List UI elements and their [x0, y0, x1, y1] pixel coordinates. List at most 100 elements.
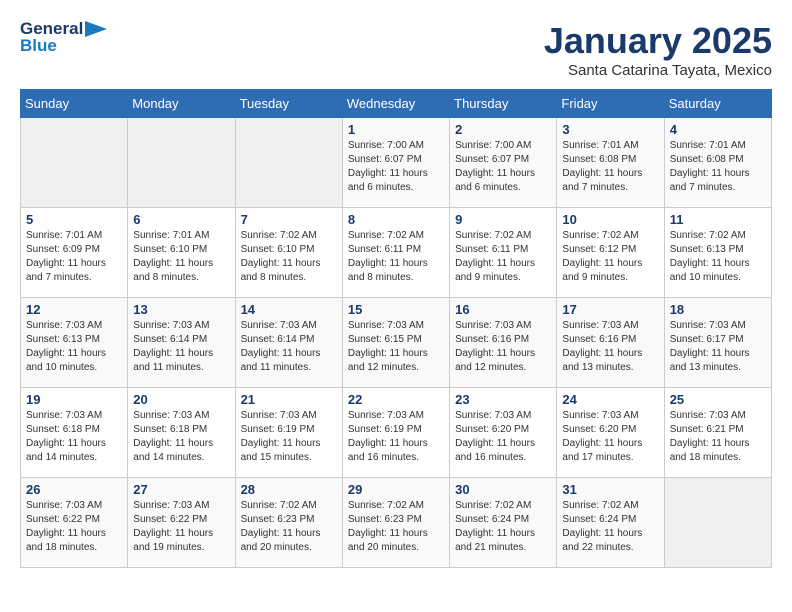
cell-info: Sunrise: 7:02 AMSunset: 6:11 PMDaylight:… — [455, 229, 551, 285]
header-friday: Friday — [557, 90, 664, 118]
calendar-cell — [664, 478, 771, 568]
day-number: 18 — [670, 302, 766, 317]
day-number: 17 — [562, 302, 658, 317]
day-number: 11 — [670, 212, 766, 227]
cell-info: Sunrise: 7:02 AMSunset: 6:13 PMDaylight:… — [670, 229, 766, 285]
header-tuesday: Tuesday — [235, 90, 342, 118]
calendar-cell: 14 Sunrise: 7:03 AMSunset: 6:14 PMDayligh… — [235, 298, 342, 388]
calendar-cell: 24 Sunrise: 7:03 AMSunset: 6:20 PMDayligh… — [557, 388, 664, 478]
week-row-5: 26 Sunrise: 7:03 AMSunset: 6:22 PMDayligh… — [21, 478, 772, 568]
day-number: 10 — [562, 212, 658, 227]
header-saturday: Saturday — [664, 90, 771, 118]
day-number: 27 — [133, 482, 229, 497]
cell-info: Sunrise: 7:02 AMSunset: 6:12 PMDaylight:… — [562, 229, 658, 285]
day-number: 24 — [562, 392, 658, 407]
calendar-cell: 29 Sunrise: 7:02 AMSunset: 6:23 PMDayligh… — [342, 478, 449, 568]
calendar-cell: 21Sunrise: 7:03 AMSunset: 6:19 PMDayligh… — [235, 388, 342, 478]
calendar-cell: 17 Sunrise: 7:03 AMSunset: 6:16 PMDayligh… — [557, 298, 664, 388]
day-number: 22 — [348, 392, 444, 407]
day-number: 26 — [26, 482, 122, 497]
day-number: 14 — [241, 302, 337, 317]
day-number: 5 — [26, 212, 122, 227]
month-title: January 2025 — [544, 20, 772, 62]
day-number: 8 — [348, 212, 444, 227]
calendar-cell: 9 Sunrise: 7:02 AMSunset: 6:11 PMDaylight… — [450, 208, 557, 298]
calendar-cell: 28Sunrise: 7:02 AMSunset: 6:23 PMDayligh… — [235, 478, 342, 568]
cell-info: Sunrise: 7:02 AMSunset: 6:24 PMDaylight:… — [455, 499, 551, 555]
cell-info: Sunrise: 7:03 AMSunset: 6:18 PMDaylight:… — [133, 409, 229, 465]
cell-info: Sunrise: 7:02 AMSunset: 6:24 PMDaylight:… — [562, 499, 658, 555]
calendar-cell: 7Sunrise: 7:02 AMSunset: 6:10 PMDaylight… — [235, 208, 342, 298]
cell-info: Sunrise: 7:03 AMSunset: 6:16 PMDaylight:… — [562, 319, 658, 375]
cell-info: Sunrise: 7:03 AMSunset: 6:21 PMDaylight:… — [670, 409, 766, 465]
calendar-cell: 31 Sunrise: 7:02 AMSunset: 6:24 PMDayligh… — [557, 478, 664, 568]
calendar-cell: 18 Sunrise: 7:03 AMSunset: 6:17 PMDayligh… — [664, 298, 771, 388]
calendar-cell — [128, 118, 235, 208]
cell-info: Sunrise: 7:03 AMSunset: 6:14 PMDaylight:… — [241, 319, 337, 375]
header-thursday: Thursday — [450, 90, 557, 118]
calendar-cell: 12 Sunrise: 7:03 AMSunset: 6:13 PMDayligh… — [21, 298, 128, 388]
day-number: 23 — [455, 392, 551, 407]
cell-info: Sunrise: 7:03 AMSunset: 6:20 PMDaylight:… — [455, 409, 551, 465]
calendar-cell: 16Sunrise: 7:03 AMSunset: 6:16 PMDayligh… — [450, 298, 557, 388]
day-number: 16 — [455, 302, 551, 317]
day-number: 19 — [26, 392, 122, 407]
cell-info: Sunrise: 7:00 AMSunset: 6:07 PMDaylight:… — [348, 139, 444, 195]
calendar-cell — [235, 118, 342, 208]
cell-info: Sunrise: 7:01 AMSunset: 6:09 PMDaylight:… — [26, 229, 122, 285]
day-number: 6 — [133, 212, 229, 227]
calendar-cell: 4 Sunrise: 7:01 AMSunset: 6:08 PMDaylight… — [664, 118, 771, 208]
day-number: 30 — [455, 482, 551, 497]
day-number: 12 — [26, 302, 122, 317]
calendar-cell: 22 Sunrise: 7:03 AMSunset: 6:19 PMDayligh… — [342, 388, 449, 478]
calendar-cell: 19 Sunrise: 7:03 AMSunset: 6:18 PMDayligh… — [21, 388, 128, 478]
cell-info: Sunrise: 7:03 AMSunset: 6:19 PMDaylight:… — [348, 409, 444, 465]
cell-info: Sunrise: 7:03 AMSunset: 6:13 PMDaylight:… — [26, 319, 122, 375]
cell-info: Sunrise: 7:01 AMSunset: 6:10 PMDaylight:… — [133, 229, 229, 285]
calendar-cell: 23 Sunrise: 7:03 AMSunset: 6:20 PMDayligh… — [450, 388, 557, 478]
day-number: 1 — [348, 122, 444, 137]
header-monday: Monday — [128, 90, 235, 118]
calendar-cell: 26 Sunrise: 7:03 AMSunset: 6:22 PMDayligh… — [21, 478, 128, 568]
logo-arrow-icon — [85, 21, 107, 37]
calendar-cell: 25 Sunrise: 7:03 AMSunset: 6:21 PMDayligh… — [664, 388, 771, 478]
day-number: 3 — [562, 122, 658, 137]
day-number: 4 — [670, 122, 766, 137]
day-number: 7 — [241, 212, 337, 227]
day-number: 9 — [455, 212, 551, 227]
header-wednesday: Wednesday — [342, 90, 449, 118]
calendar-cell: 27Sunrise: 7:03 AMSunset: 6:22 PMDayligh… — [128, 478, 235, 568]
logo-blue: Blue — [20, 37, 107, 56]
cell-info: Sunrise: 7:03 AMSunset: 6:19 PMDaylight:… — [241, 409, 337, 465]
calendar-cell: 1 Sunrise: 7:00 AMSunset: 6:07 PMDaylight… — [342, 118, 449, 208]
calendar-cell: 5 Sunrise: 7:01 AMSunset: 6:09 PMDaylight… — [21, 208, 128, 298]
day-number: 28 — [241, 482, 337, 497]
page-header: General Blue January 2025 Santa Catarina… — [20, 20, 772, 79]
week-row-3: 12 Sunrise: 7:03 AMSunset: 6:13 PMDayligh… — [21, 298, 772, 388]
cell-info: Sunrise: 7:03 AMSunset: 6:14 PMDaylight:… — [133, 319, 229, 375]
cell-info: Sunrise: 7:03 AMSunset: 6:20 PMDaylight:… — [562, 409, 658, 465]
cell-info: Sunrise: 7:01 AMSunset: 6:08 PMDaylight:… — [670, 139, 766, 195]
calendar-cell: 30 Sunrise: 7:02 AMSunset: 6:24 PMDayligh… — [450, 478, 557, 568]
logo: General Blue — [20, 20, 107, 55]
cell-info: Sunrise: 7:03 AMSunset: 6:22 PMDaylight:… — [26, 499, 122, 555]
cell-info: Sunrise: 7:03 AMSunset: 6:18 PMDaylight:… — [26, 409, 122, 465]
day-number: 31 — [562, 482, 658, 497]
calendar-cell: 6 Sunrise: 7:01 AMSunset: 6:10 PMDaylight… — [128, 208, 235, 298]
calendar-cell: 2Sunrise: 7:00 AMSunset: 6:07 PMDaylight… — [450, 118, 557, 208]
day-number: 13 — [133, 302, 229, 317]
cell-info: Sunrise: 7:03 AMSunset: 6:15 PMDaylight:… — [348, 319, 444, 375]
calendar-cell: 8Sunrise: 7:02 AMSunset: 6:11 PMDaylight… — [342, 208, 449, 298]
day-number: 15 — [348, 302, 444, 317]
day-number: 29 — [348, 482, 444, 497]
calendar-cell: 10 Sunrise: 7:02 AMSunset: 6:12 PMDayligh… — [557, 208, 664, 298]
calendar-cell — [21, 118, 128, 208]
cell-info: Sunrise: 7:03 AMSunset: 6:17 PMDaylight:… — [670, 319, 766, 375]
location-subtitle: Santa Catarina Tayata, Mexico — [544, 62, 772, 79]
day-number: 20 — [133, 392, 229, 407]
cell-info: Sunrise: 7:02 AMSunset: 6:23 PMDaylight:… — [348, 499, 444, 555]
header-row: SundayMondayTuesdayWednesdayThursdayFrid… — [21, 90, 772, 118]
day-number: 2 — [455, 122, 551, 137]
calendar-cell: 3Sunrise: 7:01 AMSunset: 6:08 PMDaylight… — [557, 118, 664, 208]
day-number: 25 — [670, 392, 766, 407]
